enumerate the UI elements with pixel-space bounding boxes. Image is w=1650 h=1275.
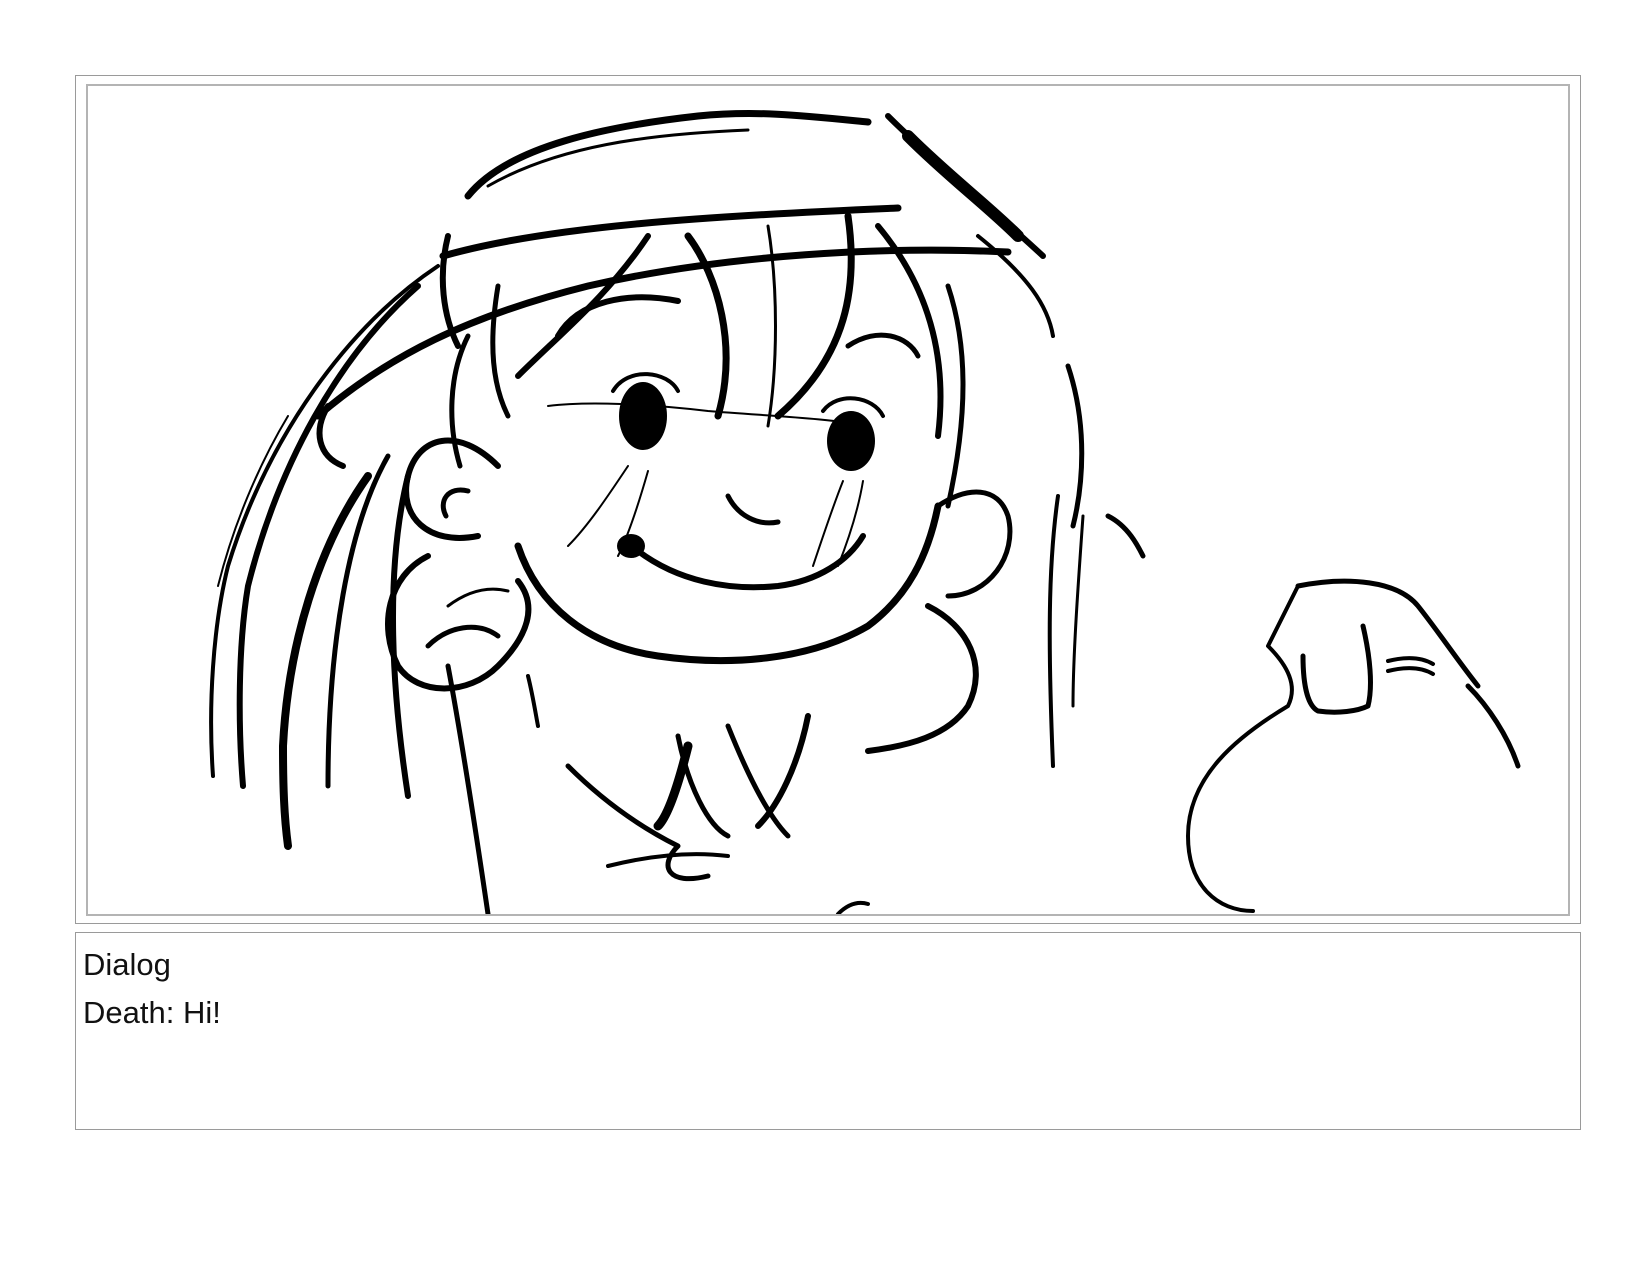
hat-brim-stroke — [439, 204, 902, 260]
hat-brim-stroke — [314, 246, 1012, 420]
shoulder-stroke — [1105, 513, 1146, 559]
collar-stroke — [565, 763, 711, 882]
shoulder-stroke — [1065, 363, 1085, 529]
hand-stroke — [446, 587, 510, 608]
bangs-stroke — [515, 233, 651, 379]
sack-stroke — [1386, 656, 1435, 666]
left-eye — [619, 382, 667, 450]
shoulder-stroke — [865, 603, 979, 754]
bangs-stroke — [774, 212, 855, 420]
bangs-stroke — [555, 294, 681, 339]
collar-stroke — [653, 741, 693, 831]
sack-stroke — [1465, 683, 1521, 769]
dialog-line: Death: Hi! — [83, 995, 221, 1030]
hand-stroke — [425, 624, 501, 649]
storyboard-panel — [86, 84, 1570, 916]
face-outline — [945, 283, 966, 509]
hand-stroke — [385, 553, 532, 692]
hat-crown-stroke — [464, 110, 872, 200]
hair-stroke — [390, 473, 411, 799]
ear-stroke — [440, 487, 471, 519]
arm-stroke — [526, 674, 540, 728]
collar-stroke — [725, 723, 791, 839]
nose-stroke — [725, 493, 781, 526]
blush-line — [547, 402, 869, 427]
sack-stroke — [1386, 666, 1435, 676]
arm-stroke — [445, 663, 491, 914]
dialog-box: Dialog Death: Hi! — [75, 932, 1581, 1130]
mouth-stroke — [635, 533, 866, 591]
bangs-stroke — [490, 283, 511, 419]
bangs-stroke — [845, 332, 921, 359]
shoulder-stroke — [1071, 514, 1085, 708]
sketch-illustration — [209, 110, 1521, 914]
bottom-mark — [836, 900, 870, 914]
hat-back-stroke — [902, 130, 1024, 242]
blush-line — [567, 465, 629, 547]
hat-brim-stroke — [316, 403, 346, 469]
sack-stroke — [1186, 584, 1300, 913]
dialog-heading: Dialog — [83, 947, 171, 982]
shoulder-stroke — [1047, 494, 1060, 768]
sack-stroke — [1300, 623, 1373, 715]
blush-line — [812, 480, 844, 567]
bangs-stroke — [875, 223, 944, 439]
hair-stroke — [209, 264, 440, 778]
hair-stroke — [325, 453, 391, 789]
